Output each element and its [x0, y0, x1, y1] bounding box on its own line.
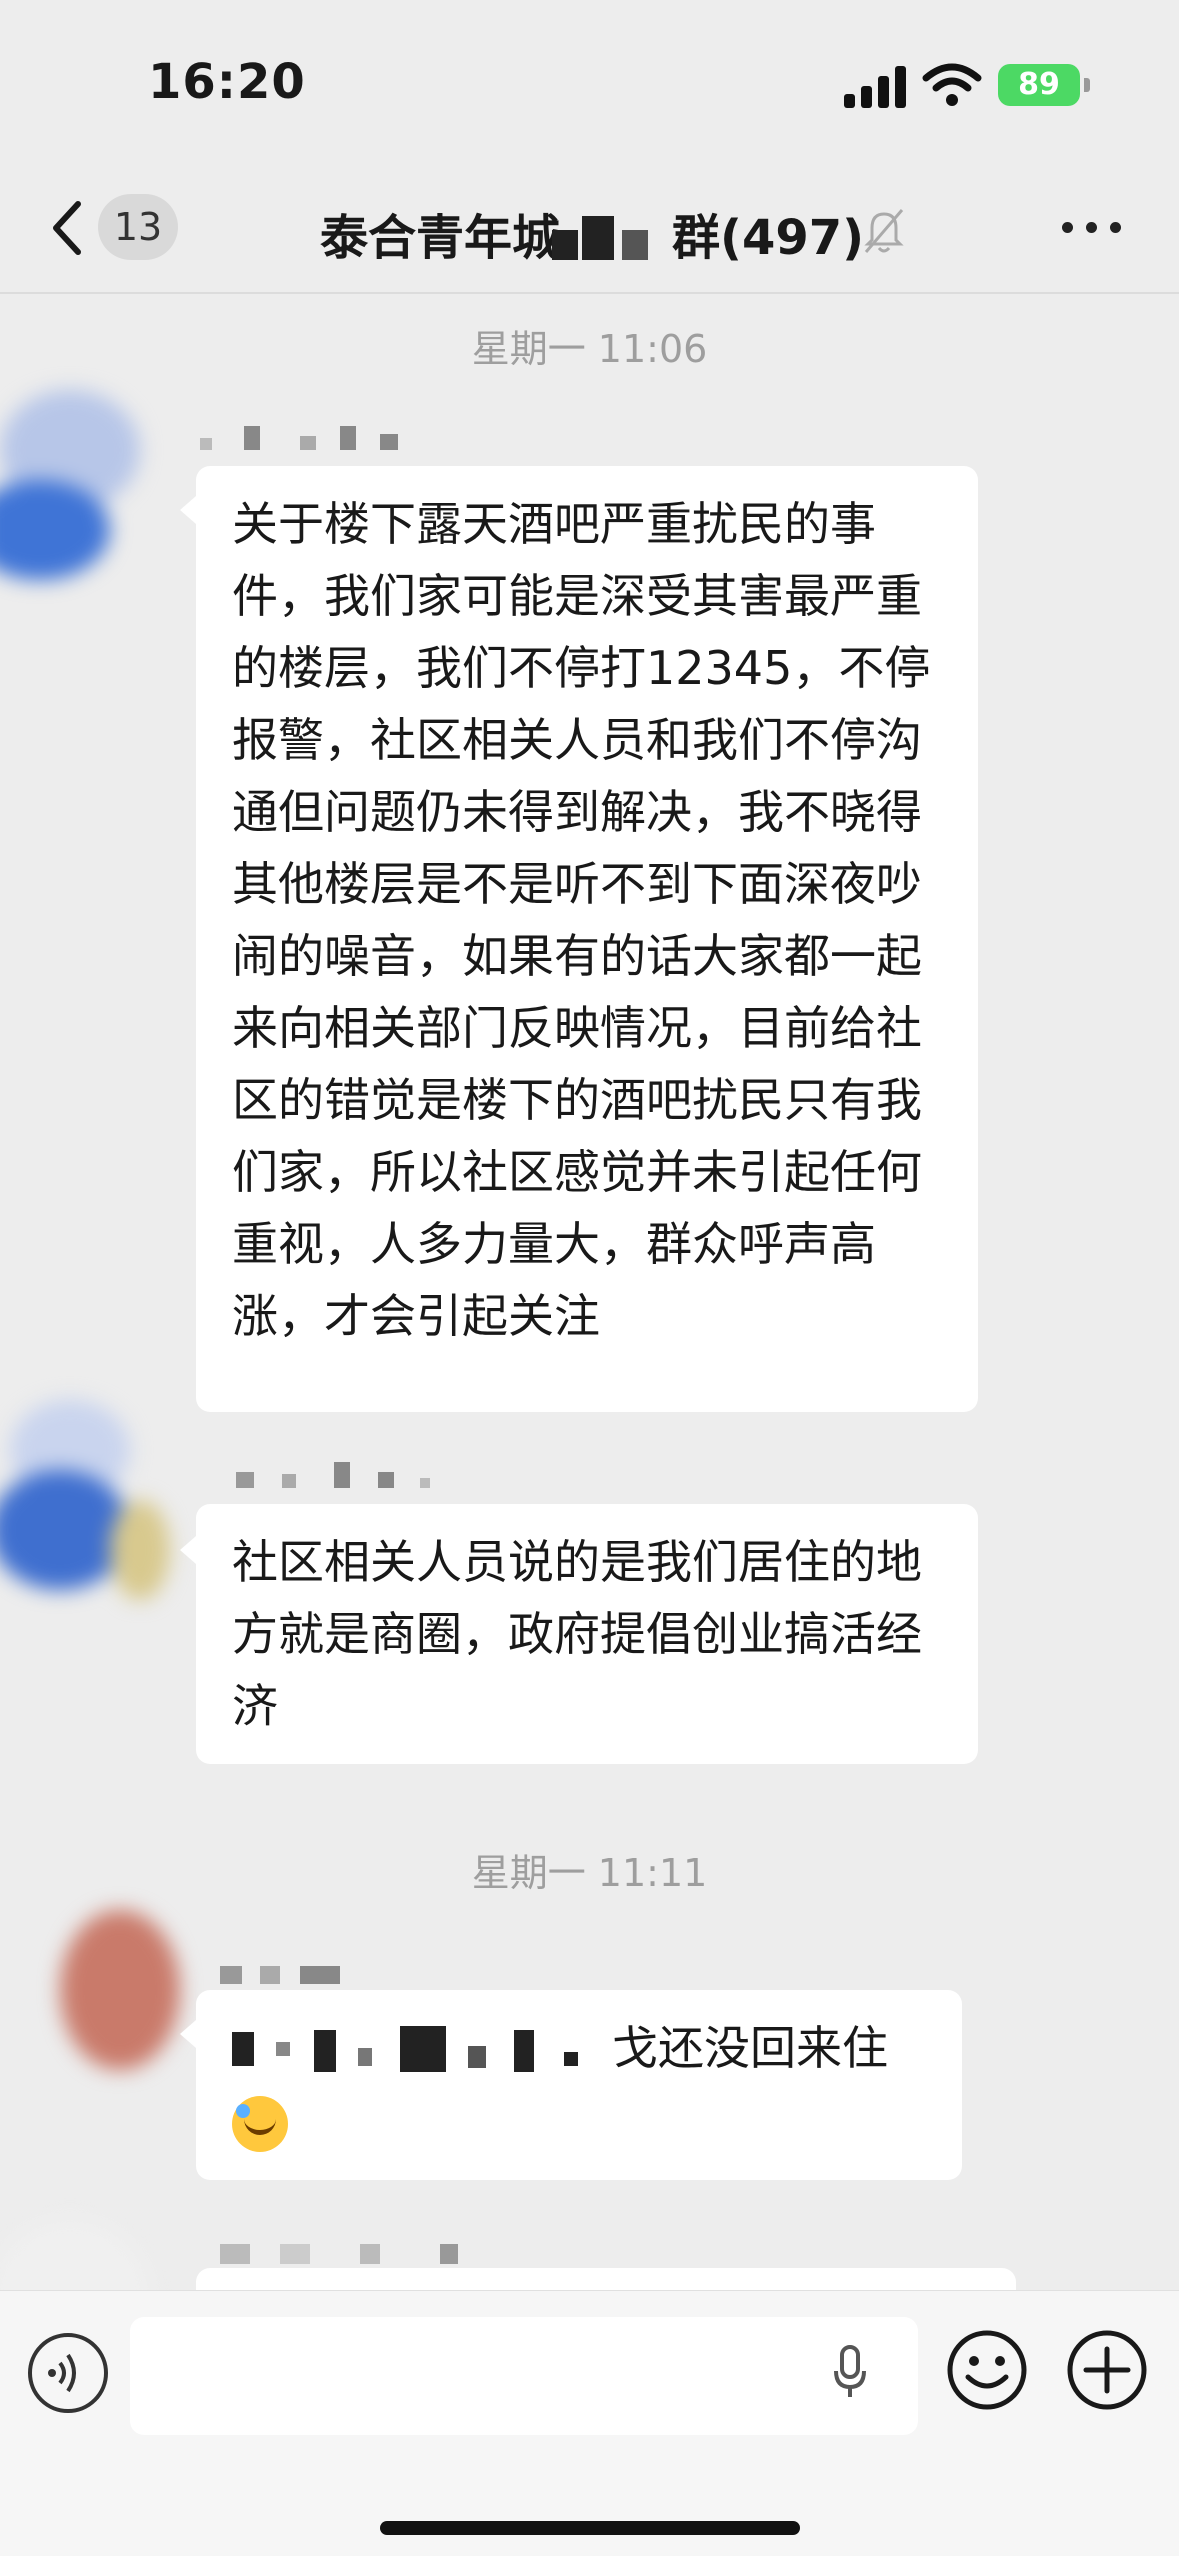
battery-icon: 89: [998, 64, 1080, 106]
message-timestamp: 星期一 11:06: [471, 327, 708, 371]
mute-bell-icon: [864, 209, 904, 253]
message-text: 戈还没回来住: [612, 2021, 888, 2075]
message-text: 社区相关人员说的是我们居住的地方就是商圈，政府提倡创业搞活经济: [232, 1535, 922, 1733]
status-time: 16:20: [148, 54, 306, 110]
crying-laughing-emoji-icon: [232, 2095, 288, 2152]
sender-name-blurred: [236, 1462, 446, 1490]
sender-name-blurred: [220, 1958, 360, 1986]
microphone-icon[interactable]: [830, 2343, 870, 2403]
message-bubble[interactable]: 关于楼下露天酒吧严重扰民的事件，我们家可能是深受其害最严重的楼层，我们不停打12…: [196, 466, 978, 1412]
avatar[interactable]: [0, 1380, 170, 1620]
message-content: 戈还没回来住: [232, 2012, 926, 2156]
status-bar: 16:20 89: [0, 0, 1179, 170]
chat-screen: 16:20 89 13 泰合青年城 群(497) 星期一 11:06 关于楼下露…: [0, 0, 1179, 2556]
cellular-signal-icon: [844, 66, 908, 108]
emoji-picker-icon[interactable]: [946, 2329, 1028, 2411]
sender-name-blurred: [220, 2238, 480, 2266]
back-chevron-icon[interactable]: [48, 198, 88, 258]
unread-count-badge[interactable]: 13: [98, 194, 178, 260]
message-text: 关于楼下露天酒吧严重扰民的事件，我们家可能是深受其害最严重的楼层，我们不停打12…: [232, 497, 931, 1343]
input-bar: [0, 2290, 1179, 2556]
bubble-tail: [180, 496, 196, 524]
wifi-icon: [922, 63, 982, 106]
avatar[interactable]: [30, 1880, 210, 2120]
bubble-tail: [180, 2020, 196, 2048]
sender-name-blurred: [200, 424, 410, 452]
voice-wave-icon: [48, 2353, 76, 2393]
battery-cap: [1084, 78, 1090, 92]
add-attachment-icon[interactable]: [1066, 2329, 1148, 2411]
avatar[interactable]: [0, 360, 160, 600]
message-bubble[interactable]: 社区相关人员说的是我们居住的地方就是商圈，政府提倡创业搞活经济: [196, 1504, 978, 1764]
message-input[interactable]: [130, 2317, 918, 2435]
bubble-tail: [180, 1536, 196, 1564]
redacted-title-blur: [552, 210, 662, 262]
chat-header: 13 泰合青年城 群(497): [0, 170, 1179, 290]
message-bubble[interactable]: 戈还没回来住: [196, 1990, 962, 2180]
redacted-text-blur: [232, 2022, 612, 2082]
voice-input-button[interactable]: [28, 2333, 108, 2413]
header-divider: [0, 292, 1179, 294]
chat-title: 泰合青年城: [320, 210, 561, 266]
chat-title-member-count: 群(497): [672, 210, 865, 266]
more-options-icon[interactable]: [1062, 218, 1122, 238]
home-indicator[interactable]: [380, 2521, 800, 2535]
